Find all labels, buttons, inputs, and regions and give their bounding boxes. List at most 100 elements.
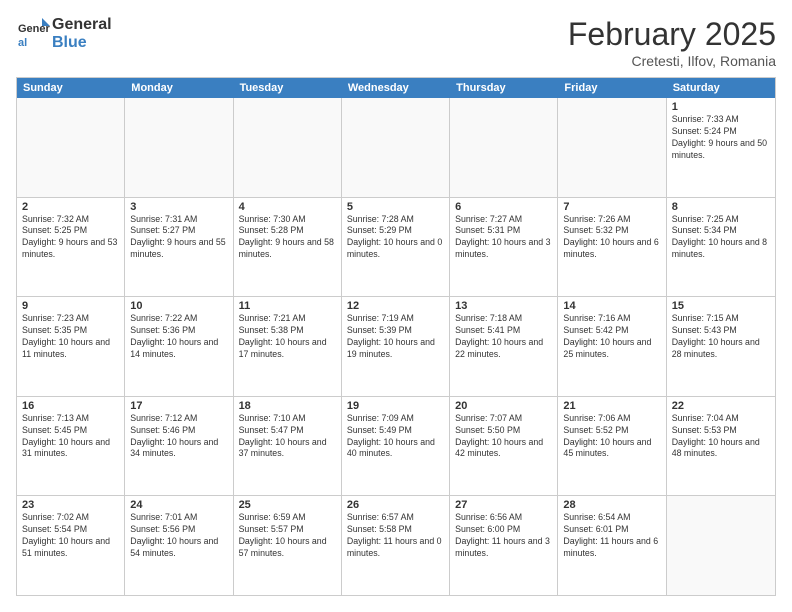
day-number: 18 bbox=[239, 400, 336, 412]
day-info: Sunrise: 7:31 AM Sunset: 5:27 PM Dayligh… bbox=[130, 214, 227, 262]
day-number: 25 bbox=[239, 499, 336, 511]
calendar-cell: 7Sunrise: 7:26 AM Sunset: 5:32 PM Daylig… bbox=[558, 198, 666, 297]
calendar-cell: 3Sunrise: 7:31 AM Sunset: 5:27 PM Daylig… bbox=[125, 198, 233, 297]
calendar-row: 23Sunrise: 7:02 AM Sunset: 5:54 PM Dayli… bbox=[17, 496, 775, 595]
day-info: Sunrise: 7:07 AM Sunset: 5:50 PM Dayligh… bbox=[455, 413, 552, 461]
day-number: 3 bbox=[130, 201, 227, 213]
calendar-cell: 8Sunrise: 7:25 AM Sunset: 5:34 PM Daylig… bbox=[667, 198, 775, 297]
day-info: Sunrise: 7:28 AM Sunset: 5:29 PM Dayligh… bbox=[347, 214, 444, 262]
svg-text:al: al bbox=[18, 37, 27, 49]
day-info: Sunrise: 6:59 AM Sunset: 5:57 PM Dayligh… bbox=[239, 512, 336, 560]
calendar-cell bbox=[17, 98, 125, 197]
day-number: 9 bbox=[22, 300, 119, 312]
day-info: Sunrise: 7:09 AM Sunset: 5:49 PM Dayligh… bbox=[347, 413, 444, 461]
day-info: Sunrise: 7:13 AM Sunset: 5:45 PM Dayligh… bbox=[22, 413, 119, 461]
calendar-cell: 28Sunrise: 6:54 AM Sunset: 6:01 PM Dayli… bbox=[558, 496, 666, 595]
weekday-header: Saturday bbox=[667, 78, 775, 98]
calendar-row: 2Sunrise: 7:32 AM Sunset: 5:25 PM Daylig… bbox=[17, 198, 775, 298]
day-number: 24 bbox=[130, 499, 227, 511]
day-info: Sunrise: 7:18 AM Sunset: 5:41 PM Dayligh… bbox=[455, 313, 552, 361]
calendar-cell: 27Sunrise: 6:56 AM Sunset: 6:00 PM Dayli… bbox=[450, 496, 558, 595]
calendar-cell: 18Sunrise: 7:10 AM Sunset: 5:47 PM Dayli… bbox=[234, 397, 342, 496]
day-info: Sunrise: 7:32 AM Sunset: 5:25 PM Dayligh… bbox=[22, 214, 119, 262]
title-block: February 2025 Cretesti, Ilfov, Romania bbox=[568, 16, 776, 69]
day-number: 1 bbox=[672, 101, 770, 113]
location: Cretesti, Ilfov, Romania bbox=[568, 53, 776, 69]
day-info: Sunrise: 6:56 AM Sunset: 6:00 PM Dayligh… bbox=[455, 512, 552, 560]
month-year: February 2025 bbox=[568, 16, 776, 53]
day-info: Sunrise: 7:04 AM Sunset: 5:53 PM Dayligh… bbox=[672, 413, 770, 461]
day-number: 13 bbox=[455, 300, 552, 312]
day-number: 20 bbox=[455, 400, 552, 412]
calendar-cell bbox=[234, 98, 342, 197]
calendar-cell bbox=[125, 98, 233, 197]
day-info: Sunrise: 7:26 AM Sunset: 5:32 PM Dayligh… bbox=[563, 214, 660, 262]
calendar-cell bbox=[558, 98, 666, 197]
calendar-cell: 11Sunrise: 7:21 AM Sunset: 5:38 PM Dayli… bbox=[234, 297, 342, 396]
calendar-body: 1Sunrise: 7:33 AM Sunset: 5:24 PM Daylig… bbox=[17, 98, 775, 595]
day-number: 17 bbox=[130, 400, 227, 412]
calendar-row: 1Sunrise: 7:33 AM Sunset: 5:24 PM Daylig… bbox=[17, 98, 775, 198]
calendar-cell: 12Sunrise: 7:19 AM Sunset: 5:39 PM Dayli… bbox=[342, 297, 450, 396]
calendar-cell: 23Sunrise: 7:02 AM Sunset: 5:54 PM Dayli… bbox=[17, 496, 125, 595]
header: Gener al General Blue February 2025 Cret… bbox=[16, 16, 776, 69]
day-info: Sunrise: 7:15 AM Sunset: 5:43 PM Dayligh… bbox=[672, 313, 770, 361]
day-info: Sunrise: 7:06 AM Sunset: 5:52 PM Dayligh… bbox=[563, 413, 660, 461]
calendar-cell: 5Sunrise: 7:28 AM Sunset: 5:29 PM Daylig… bbox=[342, 198, 450, 297]
calendar-cell: 20Sunrise: 7:07 AM Sunset: 5:50 PM Dayli… bbox=[450, 397, 558, 496]
calendar-cell: 24Sunrise: 7:01 AM Sunset: 5:56 PM Dayli… bbox=[125, 496, 233, 595]
day-number: 19 bbox=[347, 400, 444, 412]
day-number: 5 bbox=[347, 201, 444, 213]
day-info: Sunrise: 7:12 AM Sunset: 5:46 PM Dayligh… bbox=[130, 413, 227, 461]
day-number: 6 bbox=[455, 201, 552, 213]
day-number: 27 bbox=[455, 499, 552, 511]
logo-icon: Gener al bbox=[16, 16, 52, 52]
calendar-cell: 10Sunrise: 7:22 AM Sunset: 5:36 PM Dayli… bbox=[125, 297, 233, 396]
weekday-header: Thursday bbox=[450, 78, 558, 98]
calendar-cell bbox=[450, 98, 558, 197]
calendar-cell: 17Sunrise: 7:12 AM Sunset: 5:46 PM Dayli… bbox=[125, 397, 233, 496]
day-info: Sunrise: 7:21 AM Sunset: 5:38 PM Dayligh… bbox=[239, 313, 336, 361]
calendar-cell: 14Sunrise: 7:16 AM Sunset: 5:42 PM Dayli… bbox=[558, 297, 666, 396]
day-number: 4 bbox=[239, 201, 336, 213]
day-info: Sunrise: 7:22 AM Sunset: 5:36 PM Dayligh… bbox=[130, 313, 227, 361]
day-info: Sunrise: 7:16 AM Sunset: 5:42 PM Dayligh… bbox=[563, 313, 660, 361]
calendar-cell: 4Sunrise: 7:30 AM Sunset: 5:28 PM Daylig… bbox=[234, 198, 342, 297]
day-number: 7 bbox=[563, 201, 660, 213]
day-number: 16 bbox=[22, 400, 119, 412]
calendar-cell bbox=[342, 98, 450, 197]
calendar-cell: 6Sunrise: 7:27 AM Sunset: 5:31 PM Daylig… bbox=[450, 198, 558, 297]
calendar-row: 9Sunrise: 7:23 AM Sunset: 5:35 PM Daylig… bbox=[17, 297, 775, 397]
day-info: Sunrise: 7:02 AM Sunset: 5:54 PM Dayligh… bbox=[22, 512, 119, 560]
day-info: Sunrise: 7:19 AM Sunset: 5:39 PM Dayligh… bbox=[347, 313, 444, 361]
calendar-cell: 22Sunrise: 7:04 AM Sunset: 5:53 PM Dayli… bbox=[667, 397, 775, 496]
weekday-header: Wednesday bbox=[342, 78, 450, 98]
weekday-header: Sunday bbox=[17, 78, 125, 98]
calendar-cell: 2Sunrise: 7:32 AM Sunset: 5:25 PM Daylig… bbox=[17, 198, 125, 297]
calendar-cell: 25Sunrise: 6:59 AM Sunset: 5:57 PM Dayli… bbox=[234, 496, 342, 595]
logo-blue: Blue bbox=[52, 34, 87, 51]
day-info: Sunrise: 6:54 AM Sunset: 6:01 PM Dayligh… bbox=[563, 512, 660, 560]
calendar-cell: 1Sunrise: 7:33 AM Sunset: 5:24 PM Daylig… bbox=[667, 98, 775, 197]
day-number: 8 bbox=[672, 201, 770, 213]
calendar-cell: 9Sunrise: 7:23 AM Sunset: 5:35 PM Daylig… bbox=[17, 297, 125, 396]
calendar-cell: 16Sunrise: 7:13 AM Sunset: 5:45 PM Dayli… bbox=[17, 397, 125, 496]
day-info: Sunrise: 7:25 AM Sunset: 5:34 PM Dayligh… bbox=[672, 214, 770, 262]
day-number: 2 bbox=[22, 201, 119, 213]
day-number: 26 bbox=[347, 499, 444, 511]
day-number: 10 bbox=[130, 300, 227, 312]
calendar-cell bbox=[667, 496, 775, 595]
day-number: 28 bbox=[563, 499, 660, 511]
logo-general: General bbox=[52, 16, 112, 33]
weekday-header: Monday bbox=[125, 78, 233, 98]
day-info: Sunrise: 7:27 AM Sunset: 5:31 PM Dayligh… bbox=[455, 214, 552, 262]
day-number: 21 bbox=[563, 400, 660, 412]
day-number: 15 bbox=[672, 300, 770, 312]
calendar-row: 16Sunrise: 7:13 AM Sunset: 5:45 PM Dayli… bbox=[17, 397, 775, 497]
day-info: Sunrise: 7:01 AM Sunset: 5:56 PM Dayligh… bbox=[130, 512, 227, 560]
day-number: 14 bbox=[563, 300, 660, 312]
day-number: 23 bbox=[22, 499, 119, 511]
day-info: Sunrise: 7:10 AM Sunset: 5:47 PM Dayligh… bbox=[239, 413, 336, 461]
calendar-cell: 13Sunrise: 7:18 AM Sunset: 5:41 PM Dayli… bbox=[450, 297, 558, 396]
calendar-cell: 21Sunrise: 7:06 AM Sunset: 5:52 PM Dayli… bbox=[558, 397, 666, 496]
